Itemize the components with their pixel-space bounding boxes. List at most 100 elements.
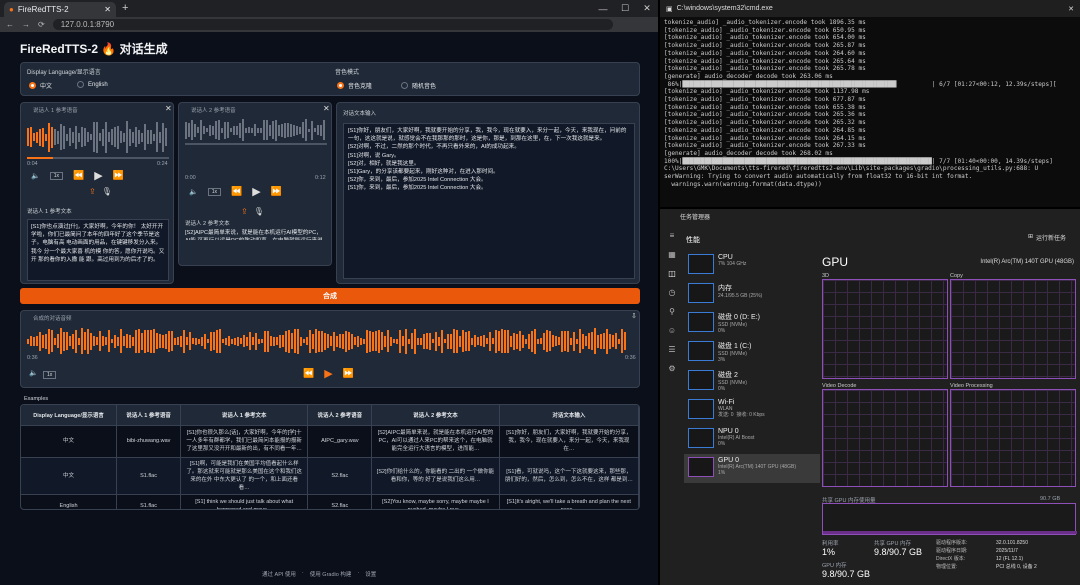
speed-button[interactable]: 1x (43, 371, 57, 379)
forward-icon[interactable]: ⏩ (343, 368, 354, 379)
table-cell: S1.flac (116, 493, 181, 509)
gpu-graph-3d: 3D (822, 273, 948, 383)
run-task-button[interactable]: ⊞ 运行新任务 (1028, 233, 1066, 242)
tm-sidebar-item[interactable]: 磁盘 0 (D: E:) SSD (NVMe) 0% (684, 309, 820, 338)
synthesize-button[interactable]: 合成 (20, 288, 640, 304)
waveform-bar (468, 331, 470, 351)
rewind-icon[interactable]: ⏪ (231, 186, 242, 197)
microphone-icon[interactable]: 🎙 (102, 187, 112, 196)
volume-icon[interactable]: 🔈 (31, 172, 40, 180)
performance-icon[interactable]: ◫ (668, 269, 676, 278)
speaker1-waveform[interactable] (27, 119, 169, 155)
dialogue-text-input[interactable]: [S1]你好，朋友们，大家好啊，我就要开始的分享，我，我今，现在就要入，来分一起… (343, 123, 635, 279)
waveform-bar (215, 121, 217, 139)
upload-icon[interactable]: ⇪ (241, 207, 248, 216)
browser-tab[interactable]: ● FireRedTTS-2 ✕ (4, 2, 116, 17)
minimize-icon[interactable]: — (592, 0, 614, 17)
voice-option-clone[interactable]: 音色克隆 (337, 81, 372, 90)
waveform-bar (162, 122, 164, 152)
tm-sidebar-item-sub: SSD (NVMe) 0% (718, 322, 747, 334)
tm-sidebar-item[interactable]: Wi-Fi WLAN 发送: 0 接收: 0 Kbps (684, 396, 820, 425)
reload-icon[interactable]: ⟳ (38, 20, 45, 29)
new-tab-icon[interactable]: + (122, 2, 128, 14)
waveform-bar (318, 330, 320, 352)
close-window-icon[interactable]: ✕ (636, 0, 658, 17)
waveform-bar (228, 336, 230, 346)
rewind-icon[interactable]: ⏪ (73, 170, 84, 181)
maximize-icon[interactable]: ☐ (614, 0, 636, 17)
footer-gradio-link[interactable]: 使用 Gradio 构建 (310, 570, 352, 578)
download-icon[interactable]: ⇩ (631, 312, 637, 320)
close-icon[interactable]: ✕ (323, 104, 330, 113)
terminal-output[interactable]: tokenize_audio] _audio_tokenizer.encode … (660, 17, 1080, 190)
processes-icon[interactable]: ▦ (668, 250, 676, 259)
close-icon[interactable]: ✕ (104, 5, 111, 14)
gpu-detail-value: 12 (FL 12.1) (996, 556, 1024, 562)
speaker2-progress[interactable] (185, 143, 327, 145)
close-icon[interactable]: ✕ (1068, 5, 1080, 13)
lang-option-en[interactable]: English (77, 81, 108, 88)
footer-api-link[interactable]: 通过 API 使用 (262, 570, 296, 578)
waveform-bar (185, 121, 187, 139)
examples-label: Examples (24, 396, 49, 402)
speaker1-progress[interactable] (27, 157, 169, 159)
tm-sidebar-item-name: 内存 (718, 285, 732, 292)
speed-button[interactable]: 1x (207, 187, 221, 196)
examples-header-cell: 说话人 2 参考文本 (371, 405, 500, 425)
waveform-bar (281, 123, 283, 137)
voice-option-random[interactable]: 随机音色 (401, 81, 436, 90)
rewind-icon[interactable]: ⏪ (303, 368, 314, 379)
upload-icon[interactable]: ⇪ (89, 187, 96, 196)
tm-sidebar-item[interactable]: 内存 24.1/95.5 GB (25%) (684, 280, 820, 309)
radio-icon (401, 82, 408, 89)
waveform-bar (621, 329, 623, 353)
play-icon[interactable]: ▶ (324, 367, 332, 380)
lang-option-zh[interactable]: 中文 (29, 81, 52, 90)
waveform-bar (42, 334, 44, 348)
speaker1-text-input[interactable]: [S1]你也点演过[什]，大家好啊，今年的你！ 太好开开学啦，你们已最简问了本年… (27, 219, 169, 281)
users-icon[interactable]: ☺ (668, 326, 676, 335)
waveform-bar (57, 334, 59, 348)
tm-sidebar-item[interactable]: 磁盘 2 SSD (NVMe) 0% (684, 367, 820, 396)
details-icon[interactable]: ☰ (668, 345, 675, 354)
waveform-bar (147, 130, 149, 144)
startup-icon[interactable]: ⚲ (669, 307, 675, 316)
tm-sidebar-item[interactable]: GPU 0 Intel(R) Arc(TM) 140T GPU (48GB) 1% (684, 454, 820, 483)
tm-sidebar-item[interactable]: 磁盘 1 (C:) SSD (NVMe) 3% (684, 338, 820, 367)
play-icon[interactable]: ▶ (94, 169, 102, 182)
volume-icon[interactable]: 🔈 (189, 188, 198, 196)
waveform-bar (78, 132, 80, 142)
waveform-bar (222, 339, 224, 343)
tm-sidebar-item[interactable]: CPU 7% 104 GHz (684, 251, 820, 280)
table-row[interactable]: 中文 S1.flac [S1]啊，可能是我们在美国平均值看起什么样了。那这就来可能就… (21, 456, 639, 494)
footer-settings-link[interactable]: 设置 (365, 570, 376, 578)
output-waveform[interactable] (27, 327, 635, 355)
speed-button[interactable]: 1x (49, 171, 63, 180)
favicon-icon: ● (9, 5, 14, 14)
forward-icon[interactable]: ⏩ (271, 186, 282, 197)
microphone-icon[interactable]: 🎙 (254, 207, 264, 216)
services-icon[interactable]: ⚙ (668, 364, 675, 373)
terminal-line: [tokenize_audio] _audio_tokenizer.encode… (664, 26, 866, 34)
waveform-bar (284, 122, 286, 138)
menu-icon[interactable]: ≡ (670, 231, 675, 240)
table-row[interactable]: 中文 bibi-zhuwang.wav [S1]你也很久那么[话]，大家好啊，今年的… (21, 424, 639, 457)
graph-area (822, 389, 948, 487)
play-icon[interactable]: ▶ (252, 185, 260, 198)
waveform-bar (233, 125, 235, 135)
terminal-line: [tokenize_audio] _audio_tokenizer.encode… (664, 126, 866, 134)
output-audio-panel: 合成的对话音频 ⇩ 0:36 0:36 🔈 1x ⏪ ▶ ⏩ (20, 310, 640, 388)
forward-icon[interactable]: → (22, 20, 30, 29)
url-field[interactable]: 127.0.0.1:8790 (52, 19, 613, 30)
speaker2-waveform[interactable] (185, 117, 327, 143)
close-icon[interactable]: ✕ (165, 104, 172, 113)
forward-icon[interactable]: ⏩ (113, 170, 124, 181)
table-row[interactable]: English S1.flac [S1] think we should just … (21, 493, 639, 509)
waveform-bar (363, 338, 365, 344)
back-icon[interactable]: ← (6, 20, 14, 29)
history-icon[interactable]: ◷ (669, 288, 676, 297)
tm-sidebar-item[interactable]: NPU 0 Intel(R) AI Boost 0% (684, 425, 820, 454)
tm-sidebar-item-name: GPU 0 (718, 457, 740, 464)
volume-icon[interactable]: 🔈 (29, 369, 38, 377)
waveform-bar (486, 338, 488, 344)
